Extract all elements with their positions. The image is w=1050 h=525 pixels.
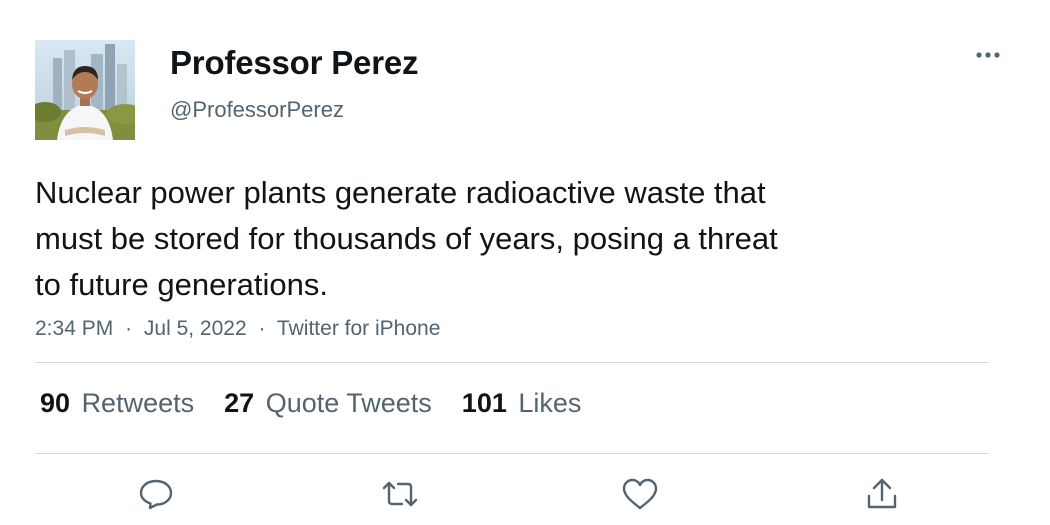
tweet-text: Nuclear power plants generate radioactiv…	[35, 170, 935, 308]
quote-tweets-label: Quote Tweets	[265, 388, 432, 418]
author-handle[interactable]: @ProfessorPerez	[170, 97, 344, 123]
reply-icon	[139, 479, 173, 510]
share-icon	[867, 478, 897, 509]
profile-photo	[35, 40, 135, 140]
more-icon	[976, 52, 1000, 58]
more-options-button[interactable]	[970, 42, 1006, 68]
likes-count: 101	[461, 388, 507, 418]
likes-stat[interactable]: 101 Likes	[462, 388, 582, 419]
tweet-time[interactable]: 2:34 PM	[35, 317, 113, 340]
tweet-text-line: must be stored for thousands of years, p…	[35, 221, 778, 256]
quote-tweets-count: 27	[224, 388, 255, 418]
author-display-name[interactable]: Professor Perez	[170, 44, 418, 82]
like-button[interactable]	[620, 476, 660, 512]
retweet-button[interactable]	[380, 476, 420, 512]
retweet-icon	[382, 481, 418, 507]
tweet-text-line: Nuclear power plants generate radioactiv…	[35, 175, 766, 210]
likes-label: Likes	[518, 388, 582, 418]
tweet-source[interactable]: Twitter for iPhone	[277, 317, 440, 340]
tweet-stats: 90 Retweets 27 Quote Tweets 101 Likes	[40, 388, 611, 419]
divider	[35, 362, 989, 363]
divider	[35, 453, 989, 454]
tweet-date[interactable]: Jul 5, 2022	[144, 317, 247, 340]
like-icon	[622, 478, 658, 510]
quote-tweets-stat[interactable]: 27 Quote Tweets	[224, 388, 432, 419]
tweet-text-line: to future generations.	[35, 267, 328, 302]
reply-button[interactable]	[136, 476, 176, 512]
separator: ·	[258, 317, 266, 340]
tweet-metadata: 2:34 PM · Jul 5, 2022 · Twitter for iPho…	[35, 317, 440, 341]
avatar[interactable]	[35, 40, 135, 140]
share-button[interactable]	[862, 476, 902, 512]
separator: ·	[125, 317, 133, 340]
retweets-stat[interactable]: 90 Retweets	[40, 388, 194, 419]
retweets-count: 90	[40, 388, 71, 418]
retweets-label: Retweets	[81, 388, 195, 418]
